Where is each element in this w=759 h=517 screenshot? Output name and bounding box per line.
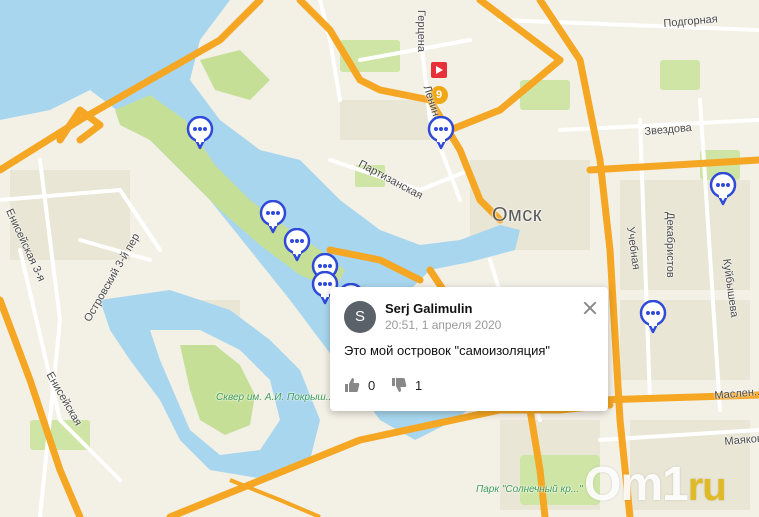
transport-flag-icon xyxy=(431,62,447,78)
speech-bubble-icon xyxy=(709,172,737,206)
like-button[interactable]: 0 xyxy=(344,376,375,394)
city-label: Омск xyxy=(492,204,543,226)
thumbs-up-icon xyxy=(345,378,360,392)
map-canvas[interactable] xyxy=(0,0,759,517)
comment-author[interactable]: Serj Galimulin xyxy=(385,301,472,316)
comment-marker[interactable] xyxy=(186,116,214,150)
park-label-solnechny: Парк "Солнечный кр..." xyxy=(476,484,583,495)
speech-bubble-icon xyxy=(639,300,667,334)
comment-marker[interactable] xyxy=(427,116,455,150)
dislike-button[interactable]: 1 xyxy=(391,376,422,394)
thumbs-down-icon xyxy=(392,378,407,392)
speech-bubble-icon xyxy=(427,116,455,150)
speech-bubble-icon xyxy=(186,116,214,150)
comment-marker[interactable] xyxy=(283,228,311,262)
comment-popup: S Serj Galimulin 20:51, 1 апреля 2020 Эт… xyxy=(330,287,608,411)
like-count: 0 xyxy=(368,377,376,393)
logo-main: Om1 xyxy=(584,458,689,511)
street-label-gertsena: Герцена xyxy=(415,10,427,52)
close-icon[interactable] xyxy=(581,299,599,317)
comment-marker[interactable] xyxy=(639,300,667,334)
comment-date: 20:51, 1 апреля 2020 xyxy=(385,318,502,332)
avatar: S xyxy=(344,301,376,333)
speech-bubble-icon xyxy=(283,228,311,262)
comment-marker[interactable] xyxy=(709,172,737,206)
om1-logo: Om1ru xyxy=(584,457,744,513)
park-label-skver: Сквер им. А.И. Покрыш... xyxy=(216,392,335,403)
logo-suffix: ru xyxy=(687,465,727,509)
comment-text: Это мой островок "самоизоляция" xyxy=(344,343,550,358)
street-label-dekabristov: Декабристов xyxy=(664,212,676,278)
dislike-count: 1 xyxy=(415,377,423,393)
